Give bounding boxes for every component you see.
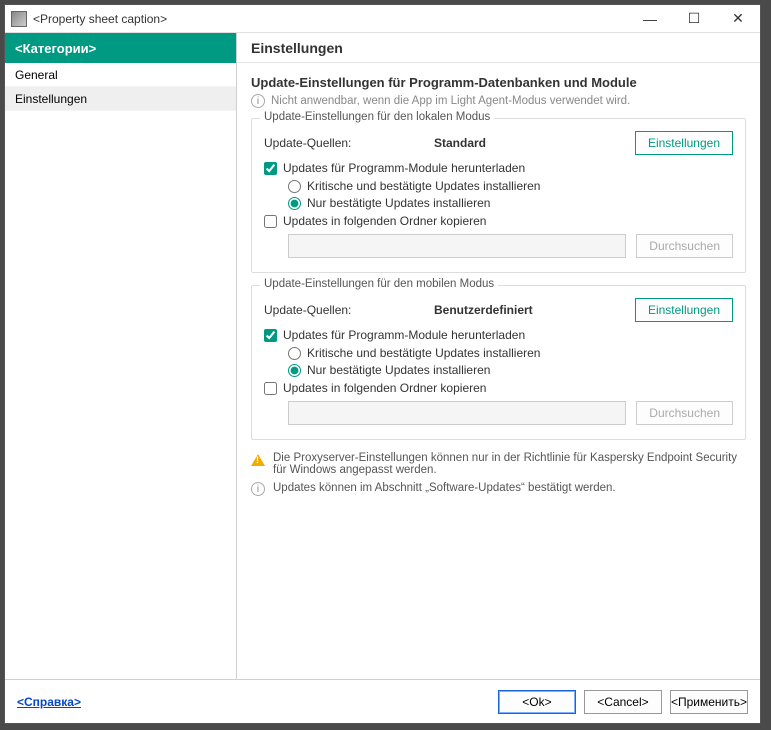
local-settings-button[interactable]: Einstellungen xyxy=(635,131,733,155)
content-area: <Категории> General Einstellungen Einste… xyxy=(5,33,760,679)
mobile-mode-group: Update-Einstellungen für den mobilen Mod… xyxy=(251,285,746,440)
apply-button[interactable]: <Применить> xyxy=(670,690,748,714)
local-sources-value: Standard xyxy=(434,136,635,150)
mobile-copy-folder-label: Updates in folgenden Ordner kopieren xyxy=(283,381,486,395)
sidebar-header: <Категории> xyxy=(5,33,236,63)
mobile-mode-legend: Update-Einstellungen für den mobilen Mod… xyxy=(260,278,498,290)
mobile-browse-button: Durchsuchen xyxy=(636,401,733,425)
local-download-modules-label: Updates für Programm-Module herunterlade… xyxy=(283,161,525,175)
app-icon xyxy=(11,11,27,27)
mobile-download-modules-label: Updates für Programm-Module herunterlade… xyxy=(283,328,525,342)
mobile-copy-folder-checkbox[interactable] xyxy=(264,382,277,395)
page-title: Update-Einstellungen für Programm-Datenb… xyxy=(251,75,746,90)
help-link[interactable]: <Справка> xyxy=(17,695,81,709)
light-agent-note-text: Nicht anwendbar, wenn die App im Light A… xyxy=(271,95,630,107)
info-icon: i xyxy=(251,94,265,108)
local-download-modules-checkbox[interactable] xyxy=(264,162,277,175)
local-radio-confirmed[interactable] xyxy=(288,197,301,210)
cancel-button[interactable]: <Cancel> xyxy=(584,690,662,714)
mobile-sources-value: Benutzerdefiniert xyxy=(434,303,635,317)
footer: <Справка> <Ok> <Cancel> <Применить> xyxy=(5,679,760,723)
sidebar-item-einstellungen[interactable]: Einstellungen xyxy=(5,87,236,111)
proxy-warning-row: Die Proxyserver-Einstellungen können nur… xyxy=(251,452,746,476)
local-radio-confirmed-label: Nur bestätigte Updates installieren xyxy=(307,196,490,210)
local-copy-folder-checkbox[interactable] xyxy=(264,215,277,228)
local-browse-button: Durchsuchen xyxy=(636,234,733,258)
window-title: <Property sheet caption> xyxy=(33,12,628,26)
confirm-info-text: Updates können im Abschnitt „Software-Up… xyxy=(273,482,616,494)
local-radio-critical-label: Kritische und bestätigte Updates install… xyxy=(307,179,540,193)
confirm-info-row: i Updates können im Abschnitt „Software-… xyxy=(251,482,746,496)
proxy-warning-text: Die Proxyserver-Einstellungen können nur… xyxy=(273,452,746,476)
local-copy-folder-label: Updates in folgenden Ordner kopieren xyxy=(283,214,486,228)
main-body: Update-Einstellungen für Programm-Datenb… xyxy=(237,63,760,502)
mobile-radio-confirmed[interactable] xyxy=(288,364,301,377)
local-mode-legend: Update-Einstellungen für den lokalen Mod… xyxy=(260,111,494,123)
mobile-radio-critical[interactable] xyxy=(288,347,301,360)
property-sheet-window: <Property sheet caption> — ☐ ✕ <Категори… xyxy=(4,4,761,724)
main-panel: Einstellungen Update-Einstellungen für P… xyxy=(237,33,760,679)
local-radio-critical[interactable] xyxy=(288,180,301,193)
main-header: Einstellungen xyxy=(237,33,760,63)
info-icon: i xyxy=(251,482,265,496)
mobile-radio-confirmed-label: Nur bestätigte Updates installieren xyxy=(307,363,490,377)
ok-button[interactable]: <Ok> xyxy=(498,690,576,714)
titlebar: <Property sheet caption> — ☐ ✕ xyxy=(5,5,760,33)
mobile-settings-button[interactable]: Einstellungen xyxy=(635,298,733,322)
local-folder-input xyxy=(288,234,626,258)
maximize-button[interactable]: ☐ xyxy=(672,5,716,33)
local-mode-group: Update-Einstellungen für den lokalen Mod… xyxy=(251,118,746,273)
warning-icon xyxy=(251,454,265,466)
minimize-button[interactable]: — xyxy=(628,5,672,33)
sidebar-item-label: General xyxy=(15,68,58,82)
light-agent-note: i Nicht anwendbar, wenn die App im Light… xyxy=(251,94,746,108)
mobile-sources-label: Update-Quellen: xyxy=(264,303,434,317)
sidebar: <Категории> General Einstellungen xyxy=(5,33,237,679)
mobile-radio-critical-label: Kritische und bestätigte Updates install… xyxy=(307,346,540,360)
close-button[interactable]: ✕ xyxy=(716,5,760,33)
sidebar-item-general[interactable]: General xyxy=(5,63,236,87)
sidebar-item-label: Einstellungen xyxy=(15,92,87,106)
mobile-folder-input xyxy=(288,401,626,425)
mobile-download-modules-checkbox[interactable] xyxy=(264,329,277,342)
local-sources-label: Update-Quellen: xyxy=(264,136,434,150)
